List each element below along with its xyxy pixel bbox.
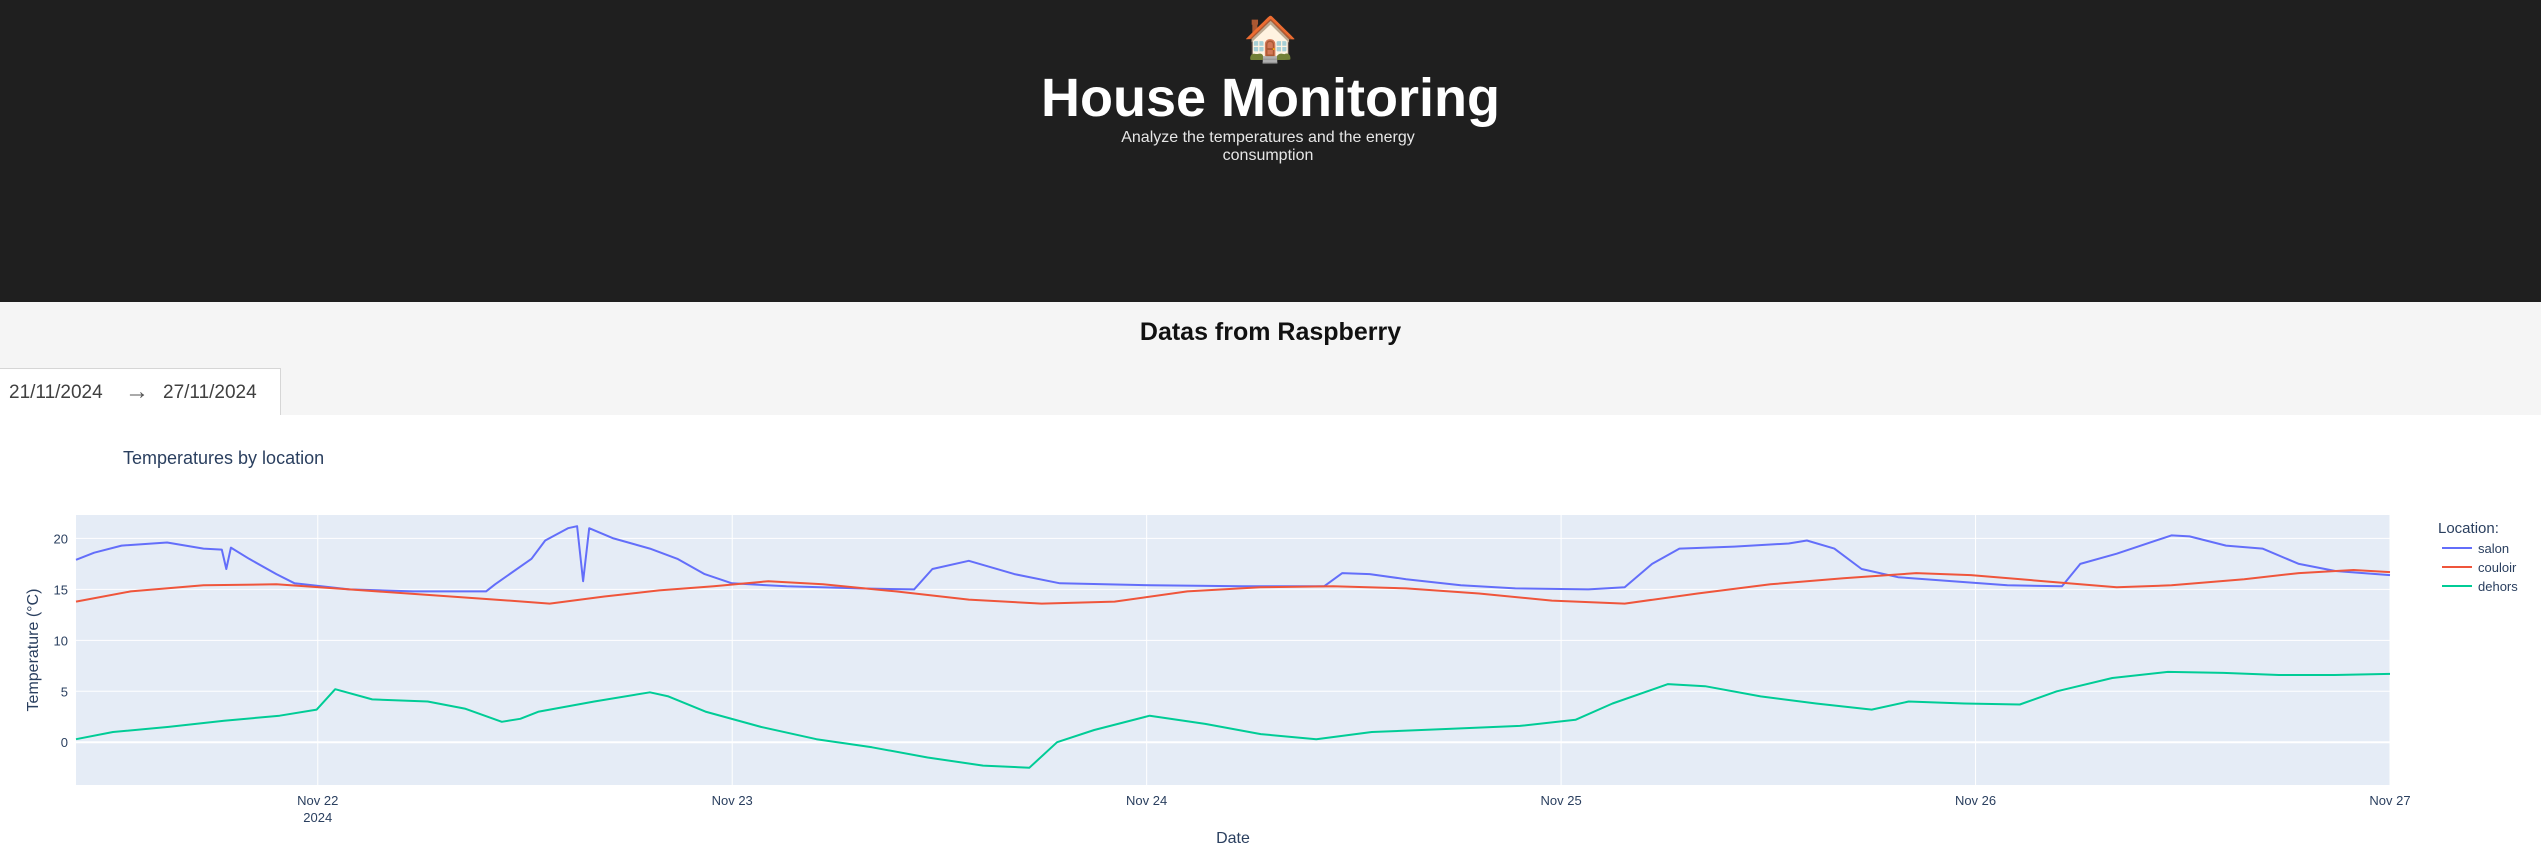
legend-item-dehors[interactable]: dehors — [2442, 579, 2518, 594]
page-title: House Monitoring — [1041, 68, 1500, 128]
end-date-input[interactable]: 27/11/2024 — [163, 382, 257, 404]
chart-title: Temperatures by location — [123, 448, 324, 468]
plot-area — [76, 515, 2390, 785]
x-axis-title: Date — [1216, 830, 1250, 847]
chart-canvas: Temperatures by location 0 5 10 15 20 Nov 22… — [25, 448, 2518, 847]
y-axis-ticks: 0 5 10 15 20 — [54, 531, 68, 750]
x-tick-label: Nov 23 — [712, 793, 753, 808]
y-tick-label: 0 — [61, 735, 68, 750]
data-section: Datas from Raspberry 21/11/2024 → 27/11/… — [0, 302, 2541, 415]
legend-item-salon[interactable]: salon — [2442, 541, 2509, 556]
y-tick-label: 15 — [54, 582, 68, 597]
x-tick-label: Nov 24 — [1126, 793, 1167, 808]
hero-header: 🏠 House Monitoring Analyze the temperatu… — [0, 0, 2541, 302]
legend-item-couloir[interactable]: couloir — [2442, 560, 2517, 575]
legend[interactable]: salon couloir dehors — [2442, 541, 2518, 594]
section-title: Datas from Raspberry — [1139, 318, 1402, 346]
y-tick-label: 10 — [54, 633, 68, 648]
y-tick-label: 20 — [54, 531, 68, 546]
temperature-chart: Temperatures by location 0 5 10 15 20 Nov 22… — [0, 415, 2541, 857]
x-tick-label: Nov 25 — [1541, 793, 1582, 808]
house-icon: 🏠 — [1243, 14, 1298, 65]
legend-label: dehors — [2478, 579, 2518, 594]
x-axis-ticks: Nov 22 2024 Nov 23 Nov 24 Nov 25 Nov 26 Nov 27 — [297, 793, 2410, 825]
y-axis-title: Temperature (°C) — [25, 589, 42, 712]
legend-label: salon — [2478, 541, 2509, 556]
date-range-picker[interactable]: 21/11/2024 → 27/11/2024 — [0, 368, 281, 415]
x-tick-year-label: 2024 — [303, 810, 332, 825]
x-tick-label: Nov 22 — [297, 793, 338, 808]
legend-label: couloir — [2478, 560, 2517, 575]
start-date-input[interactable]: 21/11/2024 — [9, 382, 103, 404]
page-subtitle: Analyze the temperatures and the energy … — [1121, 129, 1415, 164]
x-tick-label: Nov 27 — [2369, 793, 2410, 808]
legend-title: Location: — [2438, 520, 2499, 537]
y-tick-label: 5 — [61, 684, 68, 699]
arrow-right-icon: → — [125, 378, 149, 405]
x-tick-label: Nov 26 — [1955, 793, 1996, 808]
